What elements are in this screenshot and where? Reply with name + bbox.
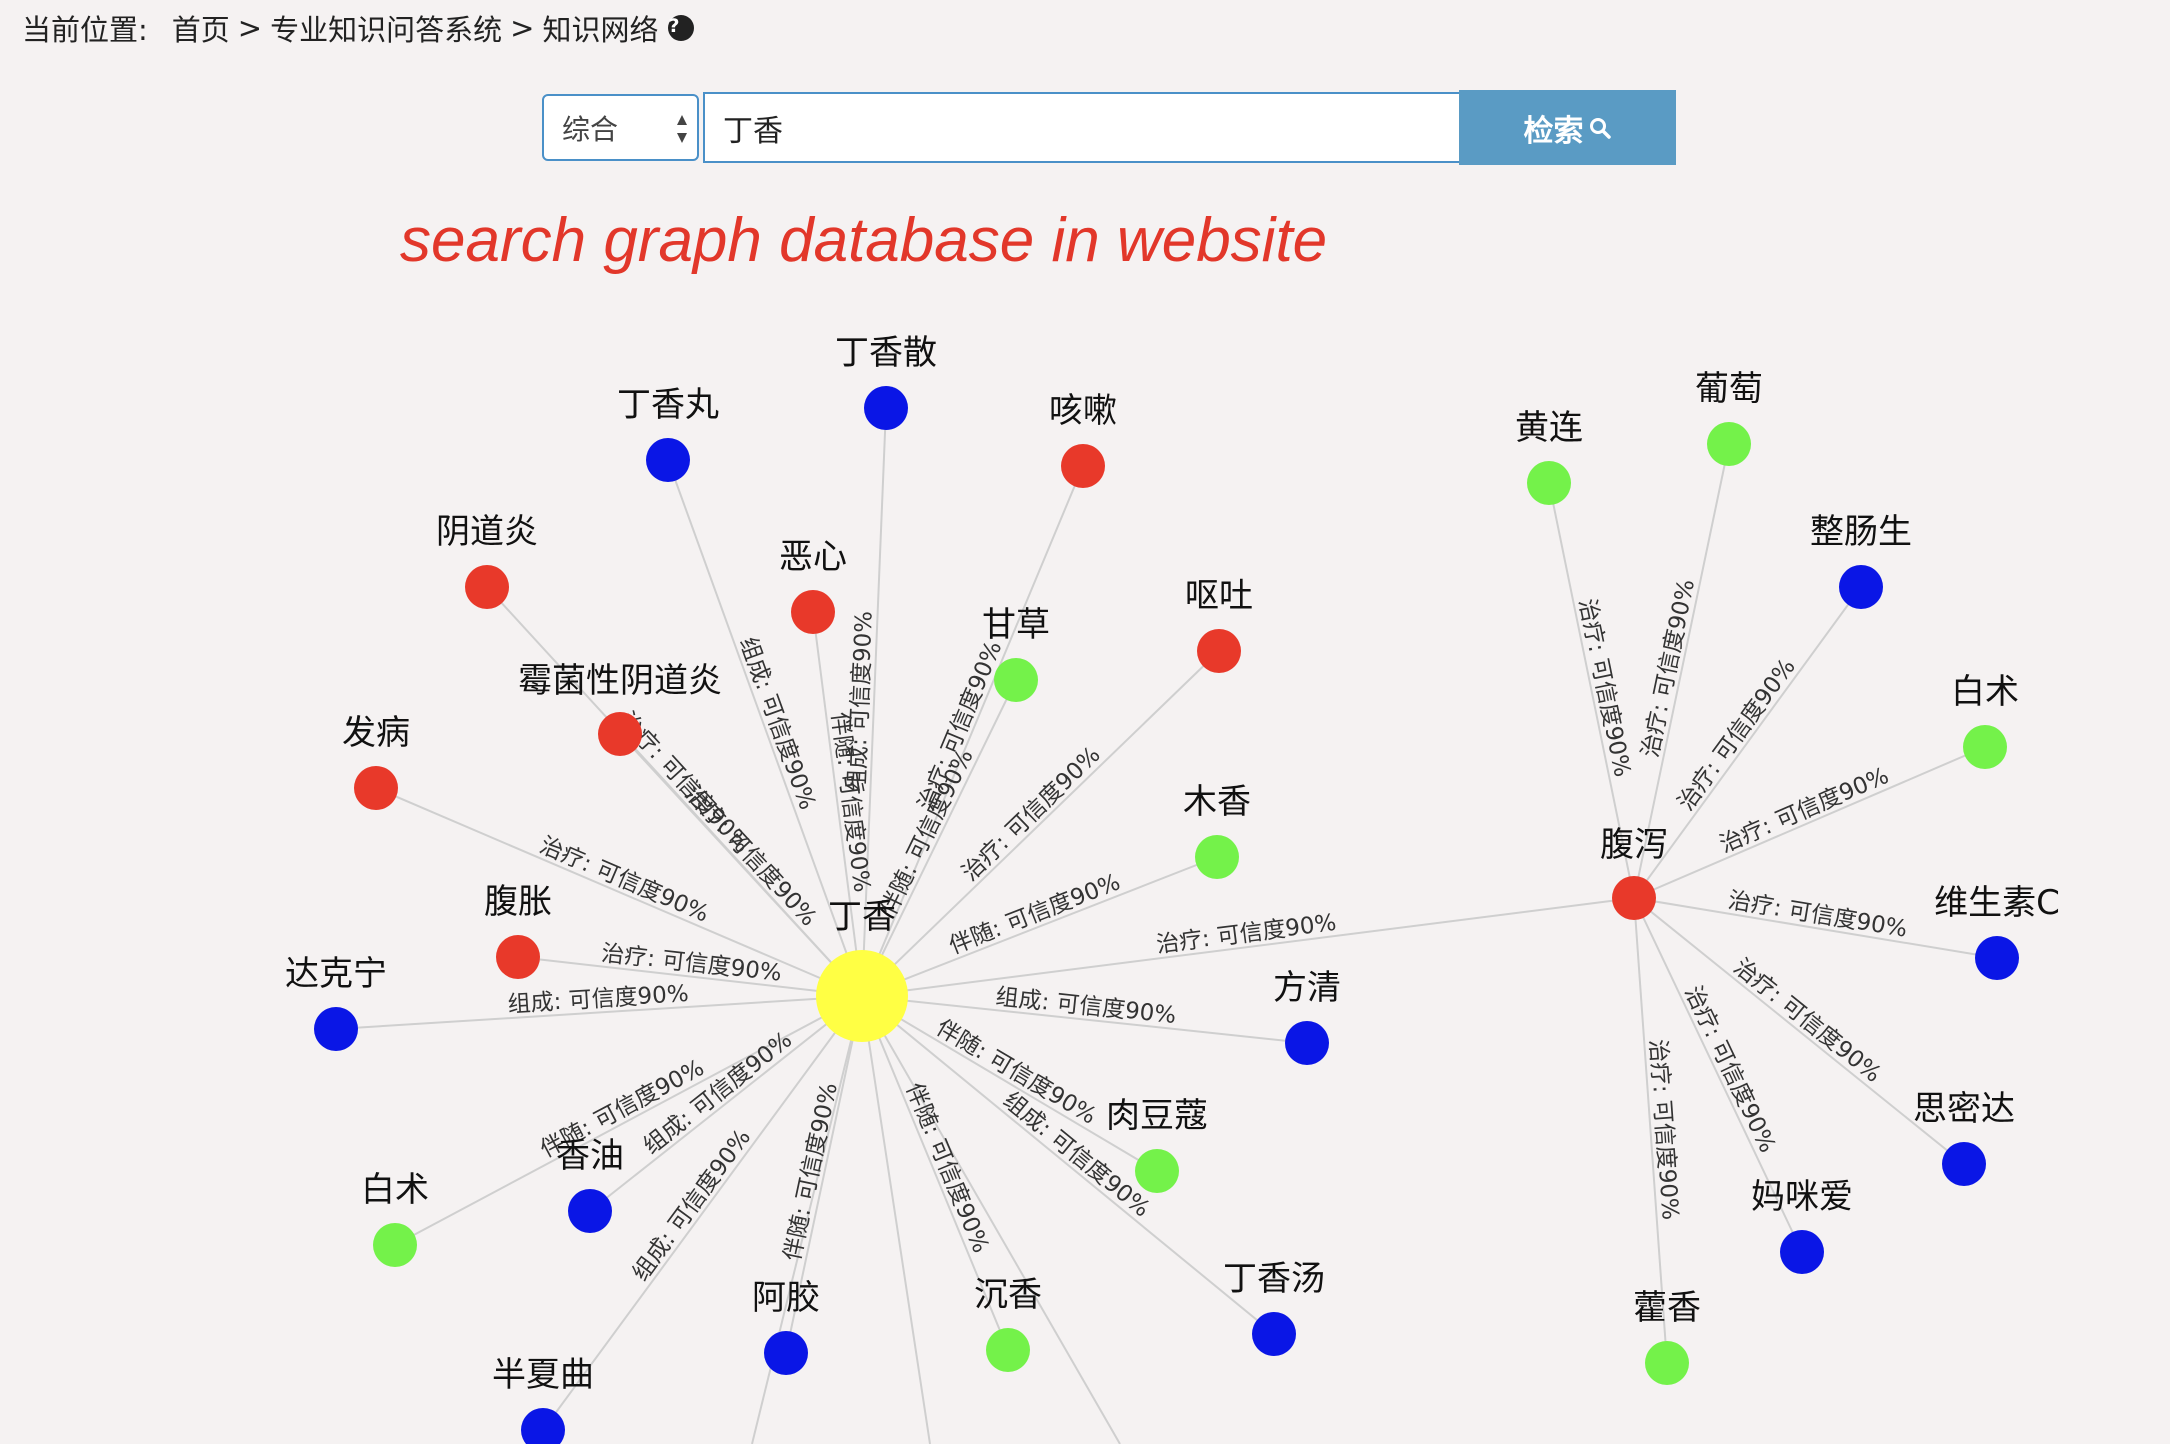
graph-node[interactable] [1645, 1341, 1689, 1385]
node-label: 腹泻 [1600, 825, 1668, 865]
edge-label: 治疗: 可信度90% [1679, 982, 1780, 1157]
graph-node[interactable] [354, 766, 398, 810]
graph-node[interactable] [791, 590, 835, 634]
node-label: 阴道炎 [436, 512, 538, 552]
node-label: 香油 [556, 1136, 624, 1176]
node-label: 方清 [1273, 968, 1341, 1008]
graph-node[interactable] [1707, 422, 1751, 466]
node-label: 葡萄 [1695, 369, 1763, 409]
node-label: 丁香丸 [617, 385, 719, 425]
graph-node[interactable] [986, 1328, 1030, 1372]
knowledge-graph: 组成: 可信度90%组成: 可信度90% 治疗: 可信度90%治疗: 可信度90%… [285, 333, 2060, 1444]
graph-node-center[interactable] [816, 950, 908, 1042]
edge-label: 治疗: 可信度90% [1155, 910, 1338, 959]
node-label: 白术 [1951, 672, 2019, 712]
node-label: 丁香汤 [1223, 1259, 1325, 1299]
edge-label: 治疗: 可信度90% [1726, 888, 1909, 943]
graph-node[interactable] [864, 386, 908, 430]
node-label: 整肠生 [1810, 512, 1912, 552]
graph-node[interactable] [1527, 461, 1571, 505]
node-label: 霉菌性阴道炎 [518, 661, 722, 701]
graph-node[interactable] [764, 1331, 808, 1375]
node-label: 思密达 [1913, 1089, 2015, 1129]
graph-node[interactable] [496, 935, 540, 979]
edge-label: 治疗: 可信度90% [957, 742, 1105, 887]
graph-node[interactable] [1195, 835, 1239, 879]
graph-node[interactable] [646, 438, 690, 482]
graph-node[interactable] [1780, 1230, 1824, 1274]
node-label: 维生素C [1934, 883, 2060, 923]
node-label: 木香 [1183, 782, 1251, 822]
edge-label: 治疗: 可信度90% [1573, 597, 1635, 780]
graph-node[interactable] [314, 1007, 358, 1051]
node-label: 沉香 [974, 1275, 1042, 1315]
graph-node[interactable] [1135, 1149, 1179, 1193]
graph-node[interactable] [1061, 444, 1105, 488]
graph-edge [861, 995, 1275, 1335]
graph-node[interactable] [373, 1223, 417, 1267]
graph-node[interactable] [521, 1408, 565, 1444]
edge-label: 治疗: 可信度90% [536, 832, 713, 927]
graph-edge [861, 995, 931, 1444]
node-label: 发病 [342, 713, 410, 753]
edge-label: 治疗: 可信度90% [600, 940, 783, 986]
graph-node[interactable] [1975, 936, 2019, 980]
node-label: 丁香散 [835, 333, 937, 373]
node-label: 咳嗽 [1049, 391, 1117, 431]
graph-node[interactable] [1612, 876, 1656, 920]
node-label: 藿香 [1633, 1288, 1701, 1328]
edge-label: 组成: 可信度90% [734, 634, 820, 813]
graph-node[interactable] [1942, 1142, 1986, 1186]
node-label: 丁香 [828, 897, 896, 937]
node-label: 达克宁 [285, 954, 387, 994]
edge-label: 治疗: 可信度90% [1728, 954, 1885, 1088]
node-label: 肉豆蔻 [1106, 1096, 1208, 1136]
edge-label: 治疗: 可信度90% [1716, 763, 1893, 858]
graph-node[interactable] [1285, 1021, 1329, 1065]
graph-node[interactable] [598, 712, 642, 756]
node-label: 恶心 [779, 537, 847, 577]
graph-node[interactable] [465, 565, 509, 609]
edge-label: 治疗: 可信度90% [1673, 654, 1801, 816]
graph-node[interactable] [568, 1189, 612, 1233]
node-label: 黄连 [1515, 408, 1583, 448]
graph-edge [1633, 746, 1986, 899]
node-label: 妈咪爱 [1751, 1177, 1853, 1217]
graph-node[interactable] [1197, 629, 1241, 673]
node-label: 半夏曲 [492, 1355, 594, 1395]
graph-node[interactable] [1839, 565, 1883, 609]
node-label: 阿胶 [752, 1278, 820, 1318]
edge-label: 组成: 可信度90% [994, 984, 1177, 1029]
graph-node[interactable] [1252, 1312, 1296, 1356]
graph-node[interactable] [994, 658, 1038, 702]
node-label: 呕吐 [1185, 576, 1253, 616]
node-label: 白术 [361, 1170, 429, 1210]
graph-node[interactable] [1963, 725, 2007, 769]
edge-label: 伴随: 可信度90% [900, 1079, 993, 1256]
node-label: 甘草 [982, 605, 1050, 645]
node-label: 腹胀 [484, 882, 552, 922]
